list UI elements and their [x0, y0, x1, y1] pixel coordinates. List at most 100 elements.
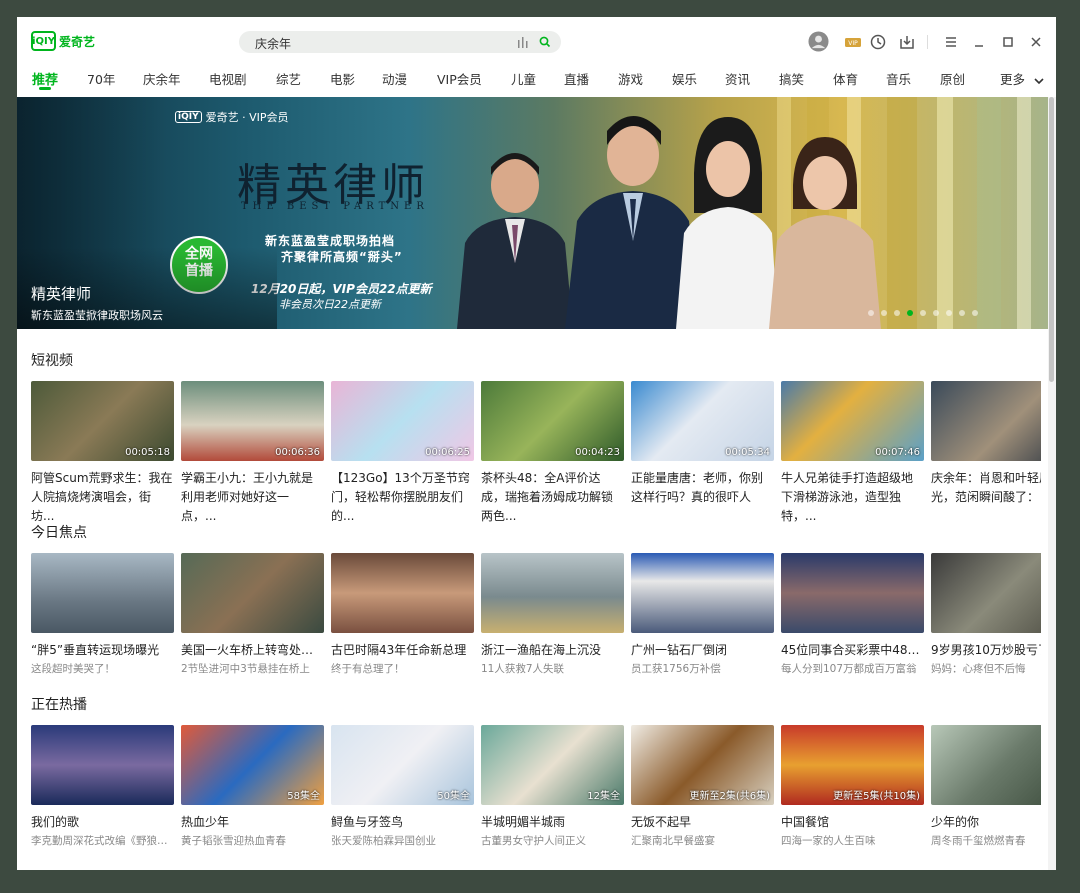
video-thumbnail[interactable]: 00:06:36 [181, 381, 324, 461]
video-thumbnail[interactable]: 58集全 [181, 725, 324, 805]
hero-banner[interactable]: iQIY 爱奇艺 · VIP会员 精英律师 THE BEST PARTNER 新… [17, 97, 1048, 329]
video-thumbnail[interactable]: 更新至5集(共10集) [781, 725, 924, 805]
nav-more-button[interactable]: 更多 [1000, 69, 1045, 88]
video-thumbnail[interactable] [931, 553, 1041, 633]
search-box[interactable]: 庆余年 [239, 31, 561, 53]
banner-pager-dot[interactable] [894, 310, 900, 316]
episode-badge: 12集全 [587, 791, 620, 802]
banner-pager-dot[interactable] [907, 310, 913, 316]
avatar-icon[interactable] [808, 31, 829, 52]
video-thumbnail[interactable]: 00:04:23 [481, 381, 624, 461]
video-thumbnail[interactable]: 00:05:18 [31, 381, 174, 461]
nav-item[interactable]: 动漫 [382, 69, 407, 88]
video-thumbnail[interactable]: 00:07:46 [781, 381, 924, 461]
video-subtitle: 周冬雨千玺燃燃青春 [931, 835, 1026, 847]
nav-item[interactable]: 儿童 [511, 69, 536, 88]
video-title[interactable]: 鲟鱼与牙签鸟 [331, 813, 474, 832]
video-title[interactable]: 45位同事合买彩票中4800... [781, 641, 924, 660]
close-icon[interactable] [1026, 33, 1046, 51]
video-thumbnail[interactable]: 00:05:34 [631, 381, 774, 461]
banner-tagline-2: 齐聚律所高频“掰头” [281, 250, 403, 264]
nav-item[interactable]: VIP会员 [437, 69, 482, 88]
minimize-icon[interactable] [969, 33, 989, 51]
scrollbar-thumb[interactable] [1049, 97, 1054, 382]
video-title[interactable]: 少年的你 [931, 813, 1041, 832]
title-bar: iQIY 爱奇艺 庆余年 VIP [17, 17, 1056, 67]
search-icon[interactable] [539, 36, 551, 48]
maximize-icon[interactable] [998, 33, 1018, 51]
video-thumbnail[interactable]: 12集全 [481, 725, 624, 805]
app-window: iQIY 爱奇艺 庆余年 VIP 推荐 70年 庆余年 电视剧 综艺 电影 动漫… [17, 17, 1056, 870]
nav-item[interactable]: 体育 [833, 69, 858, 88]
voice-search-icon[interactable] [517, 37, 529, 48]
video-thumbnail[interactable] [781, 553, 924, 633]
section-title-today-focus: 今日焦点 [31, 525, 87, 541]
banner-cast-figure [769, 137, 881, 329]
video-thumbnail[interactable] [931, 725, 1041, 805]
video-thumbnail[interactable]: 00:06:25 [331, 381, 474, 461]
nav-item[interactable]: 资讯 [725, 69, 750, 88]
nav-item[interactable]: 搞笑 [779, 69, 804, 88]
nav-item[interactable]: 电影 [330, 69, 355, 88]
iqiyi-logo[interactable]: iQIY 爱奇艺 [31, 31, 95, 51]
video-title[interactable]: 庆余年：肖恩和叶轻眉曝光，范闲瞬间酸了： [931, 469, 1041, 507]
video-title[interactable]: 古巴时隔43年任命新总理 [331, 641, 474, 660]
nav-item[interactable]: 70年 [87, 69, 115, 88]
banner-schedule-free: 非会员次日22点更新 [279, 298, 381, 311]
vip-ticket-icon[interactable]: VIP [843, 33, 863, 51]
video-title[interactable]: 热血少年 [181, 813, 324, 832]
menu-icon[interactable] [941, 33, 961, 51]
video-thumbnail[interactable] [631, 553, 774, 633]
vertical-scrollbar[interactable] [1048, 97, 1056, 870]
video-thumbnail[interactable] [481, 553, 624, 633]
video-thumbnail[interactable]: 00 [931, 381, 1041, 461]
video-thumbnail[interactable]: 50集全 [331, 725, 474, 805]
nav-item[interactable]: 娱乐 [672, 69, 697, 88]
banner-pager-dot[interactable] [946, 310, 952, 316]
video-title[interactable]: 广州一钻石厂倒闭 [631, 641, 774, 660]
video-title[interactable]: 中国餐馆 [781, 813, 924, 832]
nav-item[interactable]: 综艺 [276, 69, 301, 88]
banner-pager[interactable] [868, 310, 978, 316]
video-thumbnail[interactable] [31, 725, 174, 805]
nav-active-indicator [39, 87, 51, 90]
video-title[interactable]: 【123Go】13个万圣节窍门，轻松帮你摆脱朋友们的... [331, 469, 474, 526]
nav-item[interactable]: 游戏 [618, 69, 643, 88]
video-title[interactable]: 牛人兄弟徒手打造超级地下滑梯游泳池，造型独特，... [781, 469, 924, 526]
video-thumbnail[interactable]: 更新至2集(共6集) [631, 725, 774, 805]
video-thumbnail[interactable] [31, 553, 174, 633]
banner-pager-dot[interactable] [959, 310, 965, 316]
now-playing-row: 我们的歌 李克勤周深花式改编《野狼dis... 58集全 热血少年 黄子韬张雪迎热血青春… [31, 725, 1041, 870]
video-thumbnail[interactable] [181, 553, 324, 633]
nav-item[interactable]: 电视剧 [209, 69, 247, 88]
video-title[interactable]: 我们的歌 [31, 813, 174, 832]
video-title[interactable]: 正能量唐唐：老师，你别这样行吗？真的很吓人 [631, 469, 774, 507]
banner-pager-dot[interactable] [881, 310, 887, 316]
video-subtitle: 2节坠进河中3节悬挂在桥上 [181, 663, 310, 675]
video-title[interactable]: 学霸王小九：王小九就是利用老师对她好这一点，... [181, 469, 324, 526]
video-title[interactable]: 阿管Scum荒野求生：我在人院搞烧烤演唱会，街坊... [31, 469, 174, 526]
history-icon[interactable] [868, 33, 888, 51]
video-title[interactable]: 浙江一渔船在海上沉没 [481, 641, 624, 660]
nav-more-label: 更多 [1000, 72, 1026, 87]
video-thumbnail[interactable] [331, 553, 474, 633]
banner-pager-dot[interactable] [933, 310, 939, 316]
video-title[interactable]: “胖5”垂直转运现场曝光 [31, 641, 174, 660]
video-title[interactable]: 半城明媚半城雨 [481, 813, 624, 832]
video-title[interactable]: 茶杯头48：全A评价达成，瑞拖着汤姆成功解锁两色... [481, 469, 624, 526]
nav-item-recommend[interactable]: 推荐 [32, 69, 58, 88]
download-icon[interactable] [897, 33, 917, 51]
nav-item[interactable]: 直播 [564, 69, 589, 88]
banner-pager-dot[interactable] [920, 310, 926, 316]
nav-item[interactable]: 原创 [940, 69, 965, 88]
video-title[interactable]: 美国一火车桥上转弯处脱轨 [181, 641, 324, 660]
banner-pager-dot[interactable] [972, 310, 978, 316]
video-title[interactable]: 9岁男孩10万炒股亏了 [931, 641, 1041, 660]
nav-item[interactable]: 音乐 [886, 69, 911, 88]
nav-item[interactable]: 庆余年 [143, 69, 181, 88]
video-title[interactable]: 无饭不起早 [631, 813, 774, 832]
search-input[interactable]: 庆余年 [255, 35, 291, 52]
video-duration: 00:06:36 [275, 447, 320, 458]
banner-caption-title: 精英律师 [31, 285, 92, 303]
banner-pager-dot[interactable] [868, 310, 874, 316]
